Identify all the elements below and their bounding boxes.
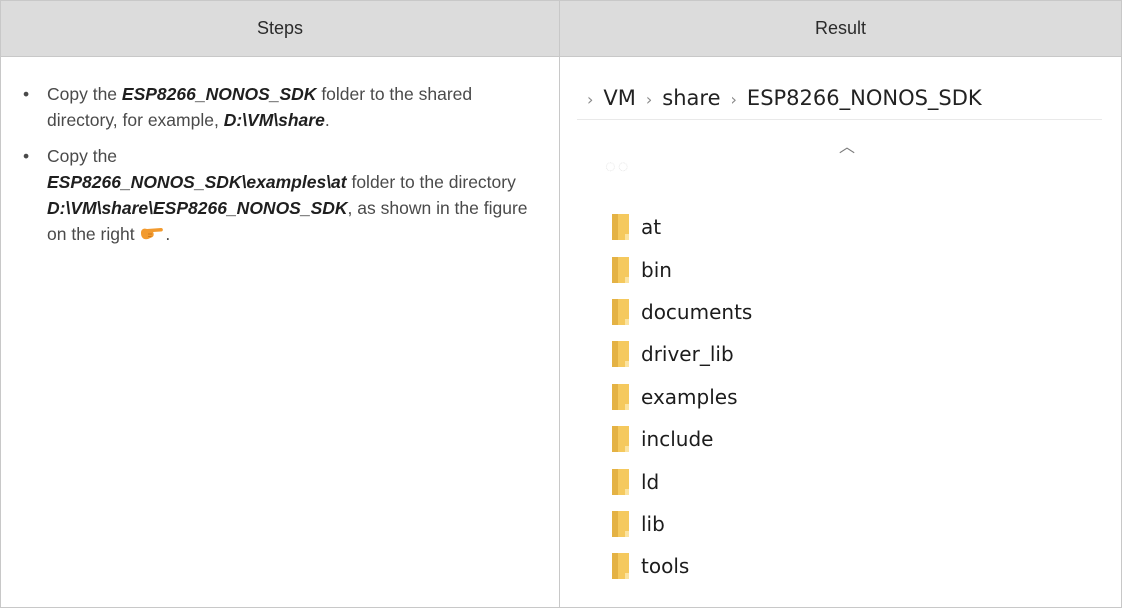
faint-column-header: ◌◌: [605, 156, 631, 176]
step-item-2: Copy the ESP8266_NONOS_SDK\examples\at f…: [23, 143, 543, 249]
steps-result-table: Steps Result Copy the ESP8266_NONOS_SDK …: [0, 0, 1122, 608]
hand-pointing-right-icon: [139, 223, 165, 249]
folder-label: tools: [641, 554, 690, 579]
breadcrumb: › VM › share › ESP8266_NONOS_SDK: [577, 77, 1102, 120]
folder-item-tools[interactable]: tools: [611, 545, 752, 587]
chevron-right-icon: ›: [645, 90, 653, 109]
folder-item-ld[interactable]: ld: [611, 460, 752, 502]
folder-item-at[interactable]: at: [611, 206, 752, 248]
folder-icon: [612, 553, 629, 580]
table-header: Steps Result: [1, 1, 1121, 57]
breadcrumb-item-vm[interactable]: VM: [603, 86, 635, 110]
step2-text-1: Copy the: [47, 146, 118, 166]
step2-text-2: folder to the directory: [346, 172, 516, 192]
folder-icon: [612, 256, 629, 283]
chevron-right-icon: ›: [587, 90, 594, 109]
breadcrumb-item-share[interactable]: share: [662, 86, 720, 110]
folder-icon: [612, 298, 629, 325]
step1-path: D:\VM\share: [223, 110, 325, 130]
folder-item-examples[interactable]: examples: [611, 376, 752, 418]
folder-icon: [612, 426, 629, 453]
step2-text-4: .: [165, 224, 171, 244]
folder-label: documents: [641, 299, 753, 324]
folder-icon: [612, 383, 629, 410]
step1-text-3: .: [324, 110, 330, 130]
folder-label: driver_lib: [641, 342, 734, 367]
breadcrumb-item-sdk[interactable]: ESP8266_NONOS_SDK: [747, 86, 982, 110]
step-item-1: Copy the ESP8266_NONOS_SDK folder to the…: [23, 81, 543, 133]
folder-item-lib[interactable]: lib: [611, 503, 752, 545]
folder-list: at bin documents driver_lib examples inc…: [611, 206, 752, 588]
folder-label: include: [641, 427, 714, 452]
chevron-up-icon[interactable]: ︿: [839, 133, 855, 157]
folder-label: at: [641, 215, 662, 240]
folder-icon: [612, 341, 629, 368]
folder-item-driver-lib[interactable]: driver_lib: [611, 333, 752, 375]
step1-folder-name: ESP8266_NONOS_SDK: [121, 84, 317, 104]
folder-label: bin: [641, 257, 672, 282]
step2-folder-path: ESP8266_NONOS_SDK\examples\at: [47, 172, 347, 192]
folder-icon: [612, 510, 629, 537]
chevron-right-icon: ›: [730, 90, 737, 109]
header-steps: Steps: [256, 18, 304, 38]
column-divider: [559, 1, 560, 607]
result-screenshot: › VM › share › ESP8266_NONOS_SDK ︿ ◌◌ at bin …: [571, 61, 1111, 601]
folder-item-bin[interactable]: bin: [611, 248, 752, 290]
folder-item-documents[interactable]: documents: [611, 291, 752, 333]
folder-item-include[interactable]: include: [611, 418, 752, 460]
step2-target-path: D:\VM\share\ESP8266_NONOS_SDK: [47, 198, 348, 218]
steps-list: Copy the ESP8266_NONOS_SDK folder to the…: [23, 81, 543, 259]
folder-icon: [612, 214, 629, 241]
folder-label: ld: [641, 469, 660, 494]
header-result: Result: [814, 18, 867, 38]
step1-text-1: Copy the: [47, 84, 122, 104]
folder-label: examples: [641, 384, 738, 409]
folder-label: lib: [641, 511, 665, 536]
folder-icon: [612, 468, 629, 495]
